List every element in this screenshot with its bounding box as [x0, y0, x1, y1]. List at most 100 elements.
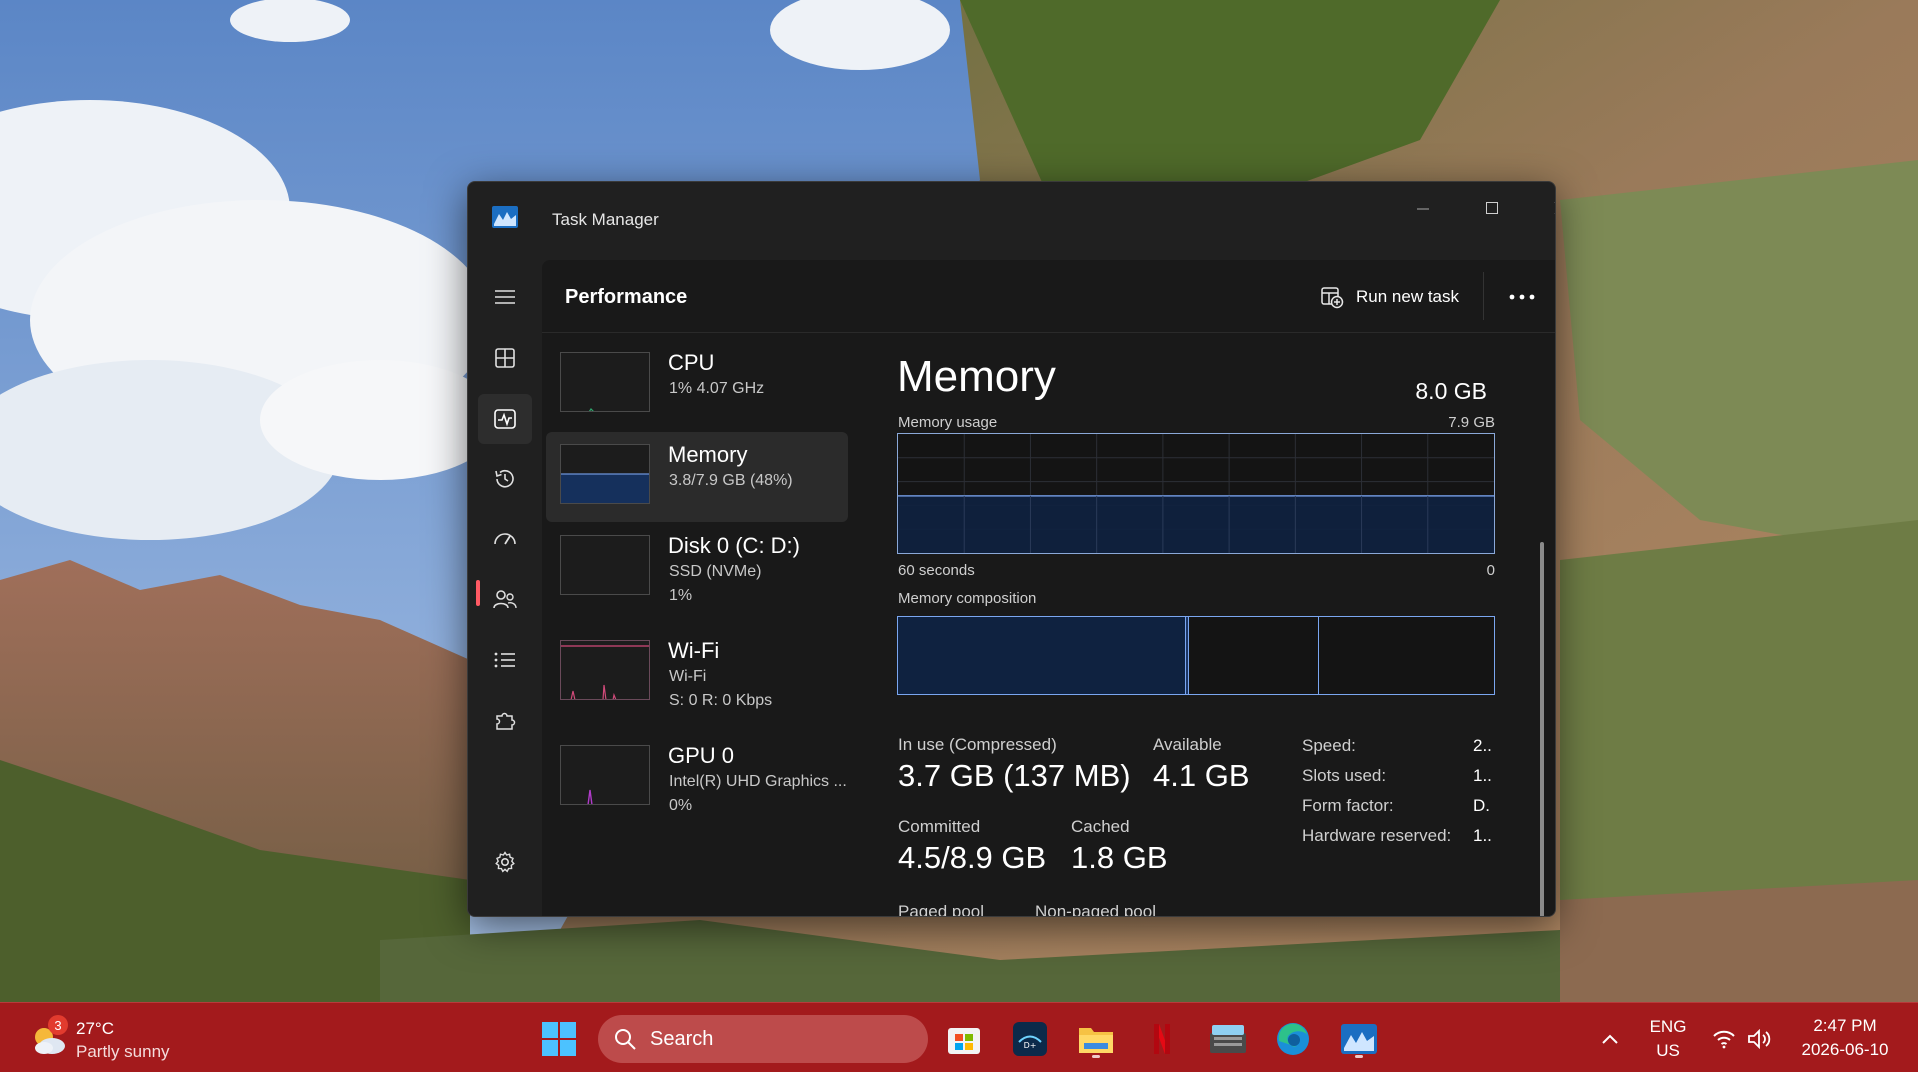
window-title: Task Manager [552, 210, 659, 229]
memory-detail: Memory 8.0 GB Memory usage 7.9 GB 60 sec… [897, 340, 1507, 917]
spec-value-speed: 2.. [1473, 736, 1492, 755]
spec-value-hardware-reserved: 1.. [1473, 826, 1492, 845]
volume-button[interactable] [1738, 1017, 1782, 1061]
available-label: Available [1153, 735, 1222, 754]
taskbar-disney-plus[interactable]: D+ [1008, 1017, 1052, 1061]
performance-pulse-icon [494, 409, 516, 429]
performance-panel: Performance Run new task CPU 1% 4.07 GHz [542, 260, 1555, 917]
detail-title: Memory [897, 352, 1056, 401]
detail-scrollbar[interactable] [1540, 542, 1544, 916]
title-bar[interactable]: Task Manager [468, 182, 1555, 260]
spec-label-slots: Slots used: [1302, 766, 1387, 785]
running-indicator [1092, 1055, 1100, 1058]
show-hidden-icons-button[interactable] [1588, 1017, 1632, 1061]
memory-total: 8.0 GB [1415, 378, 1487, 404]
nav-processes[interactable] [478, 333, 532, 383]
committed-label: Committed [898, 817, 981, 836]
composition-free[interactable] [1319, 617, 1494, 694]
nav-startup-apps[interactable] [478, 514, 532, 564]
edge-browser-icon [1277, 1023, 1309, 1055]
clock-time[interactable]: 2:47 PM [1790, 1016, 1900, 1036]
device-item-disk[interactable]: Disk 0 (C: D:) SSD (NVMe) 1% [546, 523, 848, 613]
device-stat: Wi-Fi [669, 668, 707, 685]
device-stat: 3.8/7.9 GB (48%) [669, 472, 793, 489]
active-nav-indicator [476, 580, 480, 606]
committed-value: 4.5/8.9 GB [898, 840, 1047, 875]
device-stat-secondary: 0% [669, 797, 693, 814]
device-item-gpu[interactable]: GPU 0 Intel(R) UHD Graphics ... 0% [546, 733, 848, 823]
running-indicator [1355, 1055, 1363, 1058]
taskbar-netflix[interactable] [1140, 1017, 1184, 1061]
users-icon [493, 590, 517, 609]
hamburger-icon [495, 290, 515, 304]
nav-performance[interactable] [478, 394, 532, 444]
maximize-button[interactable] [1463, 190, 1521, 226]
taskbar-edge[interactable] [1271, 1017, 1315, 1061]
taskbar-task-manager[interactable] [1337, 1017, 1381, 1061]
nav-details[interactable] [478, 635, 532, 685]
cached-label: Cached [1071, 817, 1130, 836]
device-item-memory[interactable]: Memory 3.8/7.9 GB (48%) [546, 432, 848, 522]
close-icon [1554, 202, 1555, 214]
minimize-icon [1417, 208, 1429, 210]
spec-label-hardware-reserved: Hardware reserved: [1302, 826, 1452, 845]
memory-usage-chart [898, 434, 1494, 553]
device-stat: SSD (NVMe) [669, 563, 762, 580]
device-name: GPU 0 [668, 743, 735, 768]
close-button[interactable] [1532, 190, 1555, 226]
device-stat-secondary: S: 0 R: 0 Kbps [669, 692, 773, 709]
taskbar-keyboard-app[interactable] [1206, 1017, 1250, 1061]
nav-app-history[interactable] [478, 454, 532, 504]
run-new-task-button[interactable]: Run new task [1312, 278, 1467, 316]
svg-text:D+: D+ [1024, 1041, 1037, 1050]
minimize-button[interactable] [1394, 190, 1452, 226]
nav-users[interactable] [478, 574, 532, 624]
page-title: Performance [565, 286, 688, 308]
weather-temperature: 27°C [76, 1019, 114, 1038]
device-item-cpu[interactable]: CPU 1% 4.07 GHz [546, 340, 848, 430]
non-paged-pool-label: Non-paged pool [1035, 902, 1156, 917]
wifi-thumbnail-graph [560, 640, 650, 700]
taskbar-file-explorer[interactable] [1074, 1017, 1118, 1061]
settings-button[interactable] [478, 837, 532, 887]
start-button[interactable] [537, 1017, 581, 1061]
task-manager-window: Task Manager Performance Run new task CP… [467, 181, 1556, 917]
more-options-button[interactable] [1500, 278, 1544, 316]
windows-logo-icon [542, 1022, 576, 1056]
run-task-icon [1321, 287, 1344, 309]
device-item-wifi[interactable]: Wi-Fi Wi-Fi S: 0 R: 0 Kbps [546, 628, 848, 718]
processes-grid-icon [495, 348, 515, 368]
spec-label-speed: Speed: [1302, 736, 1356, 755]
maximize-icon [1486, 202, 1498, 214]
store-icon [948, 1028, 980, 1054]
composition-standby[interactable] [1189, 617, 1319, 694]
cached-value: 1.8 GB [1071, 840, 1168, 875]
device-stat: Intel(R) UHD Graphics ... [669, 773, 847, 790]
chevron-up-icon [1602, 1034, 1618, 1044]
weather-widget[interactable]: 3 27°C Partly sunny [24, 1015, 224, 1063]
nav-services[interactable] [478, 695, 532, 745]
command-bar-separator [1483, 272, 1484, 320]
device-name: Disk 0 (C: D:) [668, 533, 800, 558]
in-use-value: 3.7 GB (137 MB) [898, 758, 1131, 793]
services-puzzle-icon [496, 712, 516, 730]
ellipsis-icon [1509, 294, 1535, 300]
composition-in-use[interactable] [898, 617, 1186, 694]
disk-thumbnail-graph [560, 535, 650, 595]
memory-composition-bar [897, 616, 1495, 695]
memory-usage-max: 7.9 GB [1448, 414, 1495, 431]
device-stat: 1% 4.07 GHz [669, 380, 765, 397]
taskbar-app-store[interactable] [942, 1017, 986, 1061]
gear-icon [495, 851, 515, 873]
search-placeholder: Search [650, 1027, 714, 1050]
hamburger-menu-button[interactable] [478, 272, 532, 322]
clock-date[interactable]: 2026-06-10 [1790, 1040, 1900, 1060]
keyboard-icon [1210, 1025, 1246, 1053]
device-name: Memory [668, 442, 748, 467]
details-list-icon [494, 652, 515, 668]
language-indicator-top[interactable]: ENG [1648, 1017, 1688, 1037]
taskbar-search[interactable]: Search [598, 1015, 928, 1063]
language-indicator-bottom[interactable]: US [1648, 1041, 1688, 1061]
run-new-task-label: Run new task [1356, 287, 1459, 306]
command-bar: Performance Run new task [542, 260, 1555, 333]
